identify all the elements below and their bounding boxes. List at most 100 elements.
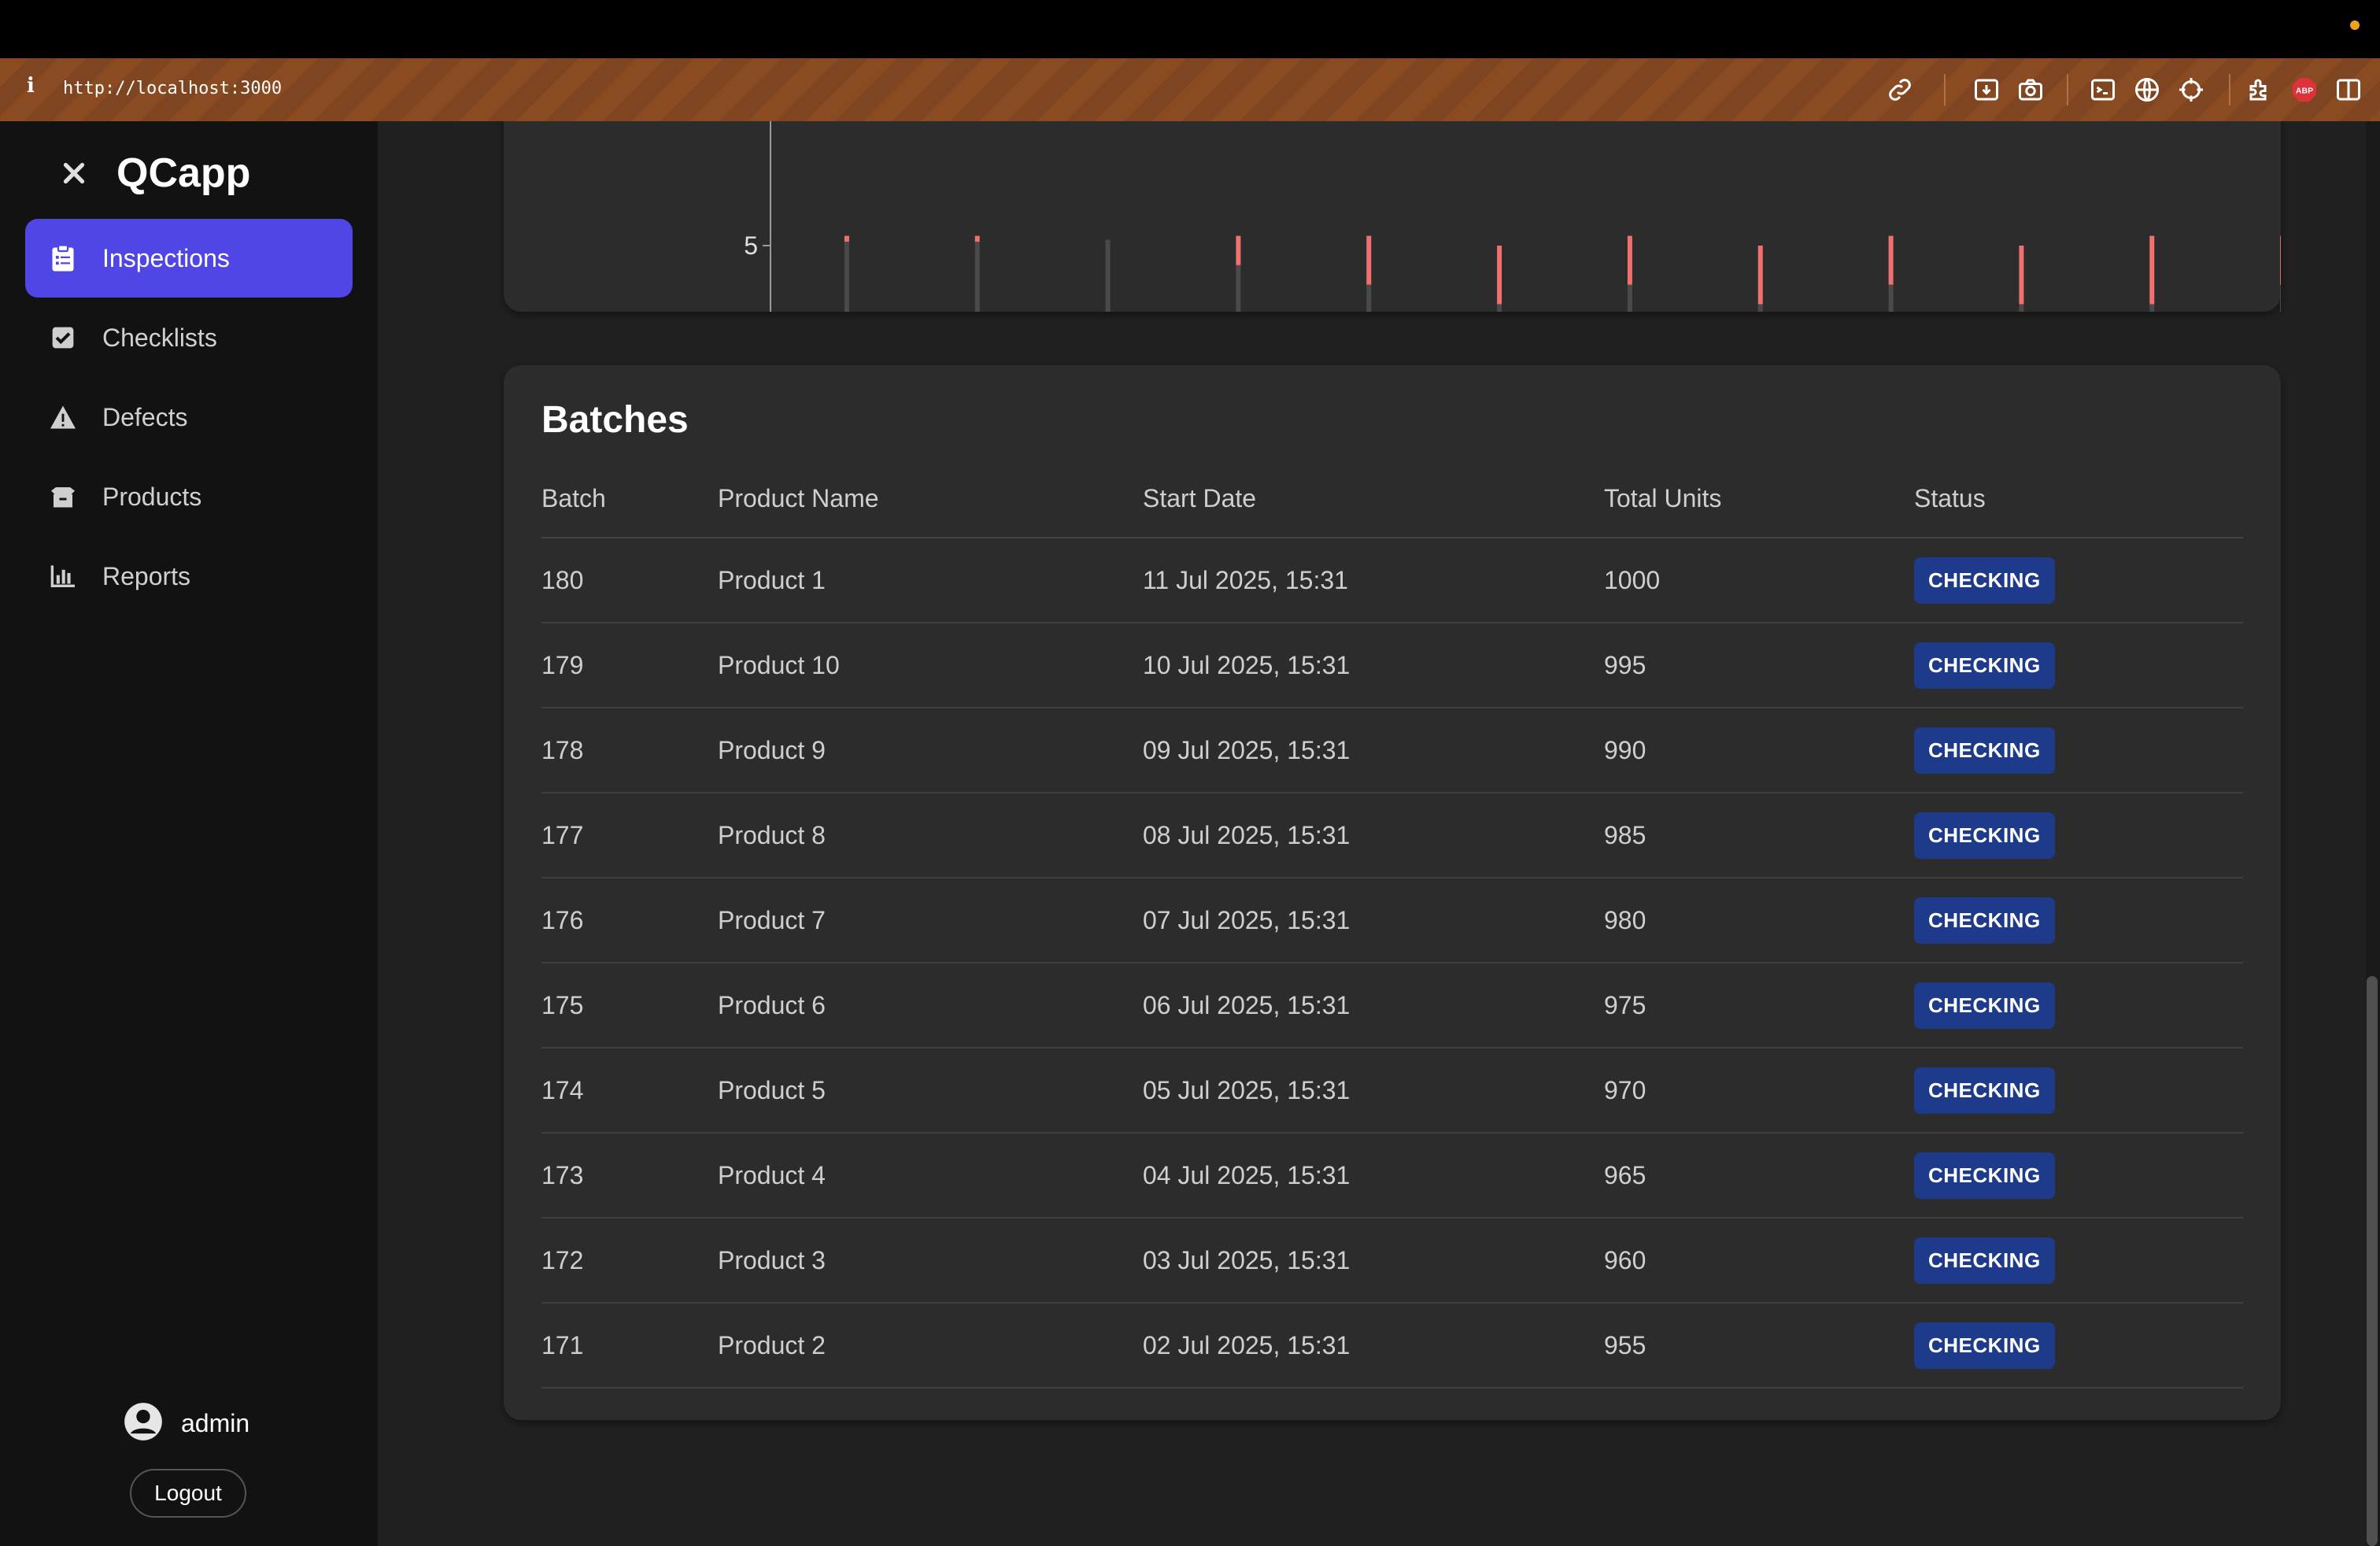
bar	[1497, 304, 1502, 343]
warning-icon	[47, 401, 79, 433]
product-cell: Product 6	[718, 963, 1143, 1049]
info-icon[interactable]: i	[27, 74, 35, 98]
sidebar-item-label: Reports	[102, 561, 191, 590]
camera-icon[interactable]	[2016, 74, 2045, 105]
main-content: 05Jan 2025Feb 2025Mar 2025Apr 2025May 20…	[378, 121, 2366, 1546]
app-title: QCapp	[116, 150, 251, 196]
bar	[1757, 246, 1763, 305]
sidebar-item-checklists[interactable]: Checklists	[25, 298, 353, 377]
sidebar-item-label: Defects	[102, 402, 188, 431]
avatar-icon	[123, 1401, 164, 1446]
batches-card: Batches Batch Product Name Start Date To…	[504, 365, 2281, 1420]
clipboard-icon	[47, 242, 79, 274]
column-header-status[interactable]: Status	[1914, 460, 2243, 538]
bar	[974, 235, 980, 242]
table-row[interactable]: 175 Product 6 06 Jul 2025, 15:31 975 CHE…	[541, 963, 2243, 1049]
status-badge: CHECKING	[1914, 642, 2055, 689]
bar	[1366, 284, 1372, 343]
status-badge: CHECKING	[1914, 1152, 2055, 1199]
bar	[1236, 264, 1241, 343]
close-icon[interactable]	[55, 154, 93, 192]
status-badge: CHECKING	[1914, 812, 2055, 859]
svg-text:ABP: ABP	[2296, 87, 2313, 96]
bar	[974, 242, 980, 343]
table-row[interactable]: 174 Product 5 05 Jul 2025, 15:31 970 CHE…	[541, 1048, 2243, 1134]
start-date-cell: 11 Jul 2025, 15:31	[1143, 538, 1604, 623]
sidebar-item-products[interactable]: Products	[25, 457, 353, 536]
inspection-chart: 05Jan 2025Feb 2025Mar 2025Apr 2025May 20…	[744, 121, 2360, 383]
bar	[1627, 284, 1632, 343]
batches-table: Batch Product Name Start Date Total Unit…	[541, 460, 2243, 1389]
sidebar-icon[interactable]	[2334, 74, 2363, 105]
units-cell: 975	[1604, 963, 1914, 1049]
status-cell: CHECKING	[1914, 1048, 2243, 1134]
start-date-cell: 10 Jul 2025, 15:31	[1143, 623, 1604, 708]
status-badge: CHECKING	[1914, 557, 2055, 604]
units-cell: 955	[1604, 1303, 1914, 1389]
url-field[interactable]: http://localhost:3000	[63, 79, 282, 98]
table-row[interactable]: 177 Product 8 08 Jul 2025, 15:31 985 CHE…	[541, 793, 2243, 878]
batch-cell: 177	[541, 793, 718, 878]
batch-cell: 171	[541, 1303, 718, 1389]
sidebar-item-reports[interactable]: Reports	[25, 537, 353, 616]
column-header-start-date[interactable]: Start Date	[1143, 460, 1604, 538]
product-cell: Product 8	[718, 793, 1143, 878]
globe-icon[interactable]	[2133, 74, 2161, 105]
sidebar-item-label: Inspections	[102, 243, 230, 272]
batch-cell: 180	[541, 538, 718, 623]
link-icon[interactable]	[1886, 74, 1914, 105]
status-cell: CHECKING	[1914, 708, 2243, 793]
batches-title: Batches	[541, 399, 689, 441]
download-icon[interactable]	[1972, 74, 2001, 105]
status-cell: CHECKING	[1914, 623, 2243, 708]
adblock-icon[interactable]: ABP	[2290, 74, 2319, 105]
status-cell: CHECKING	[1914, 1218, 2243, 1304]
units-cell: 965	[1604, 1133, 1914, 1219]
column-header-product-name[interactable]: Product Name	[718, 460, 1143, 538]
status-cell: CHECKING	[1914, 538, 2243, 623]
product-cell: Product 7	[718, 878, 1143, 963]
status-cell: CHECKING	[1914, 878, 2243, 963]
bar	[2280, 235, 2286, 285]
table-row[interactable]: 176 Product 7 07 Jul 2025, 15:31 980 CHE…	[541, 878, 2243, 963]
product-cell: Product 1	[718, 538, 1143, 623]
bar	[2280, 284, 2286, 343]
units-cell: 970	[1604, 1048, 1914, 1134]
batch-cell: 172	[541, 1218, 718, 1304]
extension-icon[interactable]	[2246, 74, 2275, 105]
sidebar-item-defects[interactable]: Defects	[25, 378, 353, 457]
units-cell: 960	[1604, 1218, 1914, 1304]
status-cell: CHECKING	[1914, 1303, 2243, 1389]
bar	[1757, 304, 1763, 343]
start-date-cell: 03 Jul 2025, 15:31	[1143, 1218, 1604, 1304]
column-header-batch[interactable]: Batch	[541, 460, 718, 538]
bar-chart-icon	[47, 560, 79, 592]
product-cell: Product 9	[718, 708, 1143, 793]
bar	[1366, 235, 1372, 285]
bar	[844, 235, 849, 242]
terminal-icon[interactable]	[2089, 74, 2117, 105]
table-header-row: Batch Product Name Start Date Total Unit…	[541, 460, 2243, 538]
status-badge: CHECKING	[1914, 727, 2055, 774]
table-row[interactable]: 179 Product 10 10 Jul 2025, 15:31 995 CH…	[541, 623, 2243, 708]
start-date-cell: 08 Jul 2025, 15:31	[1143, 793, 1604, 878]
logout-button[interactable]: Logout	[130, 1469, 246, 1518]
box-icon	[47, 481, 79, 512]
crosshair-icon[interactable]	[2177, 74, 2205, 105]
column-header-total-units[interactable]: Total Units	[1604, 460, 1914, 538]
table-row[interactable]: 180 Product 1 11 Jul 2025, 15:31 1000 CH…	[541, 538, 2243, 623]
table-row[interactable]: 172 Product 3 03 Jul 2025, 15:31 960 CHE…	[541, 1218, 2243, 1304]
table-row[interactable]: 178 Product 9 09 Jul 2025, 15:31 990 CHE…	[541, 708, 2243, 793]
bar	[2019, 246, 2024, 305]
product-cell: Product 10	[718, 623, 1143, 708]
table-row[interactable]: 171 Product 2 02 Jul 2025, 15:31 955 CHE…	[541, 1303, 2243, 1389]
bar	[1888, 235, 1894, 285]
product-cell: Product 3	[718, 1218, 1143, 1304]
table-row[interactable]: 173 Product 4 04 Jul 2025, 15:31 965 CHE…	[541, 1133, 2243, 1219]
sidebar-item-inspections[interactable]: Inspections	[25, 219, 353, 298]
scrollbar-thumb[interactable]	[2367, 976, 2378, 1546]
bar	[1105, 239, 1111, 343]
sidebar: QCapp Inspections Checklists Defects Pro…	[0, 121, 378, 1546]
status-cell: CHECKING	[1914, 1133, 2243, 1219]
product-cell: Product 5	[718, 1048, 1143, 1134]
